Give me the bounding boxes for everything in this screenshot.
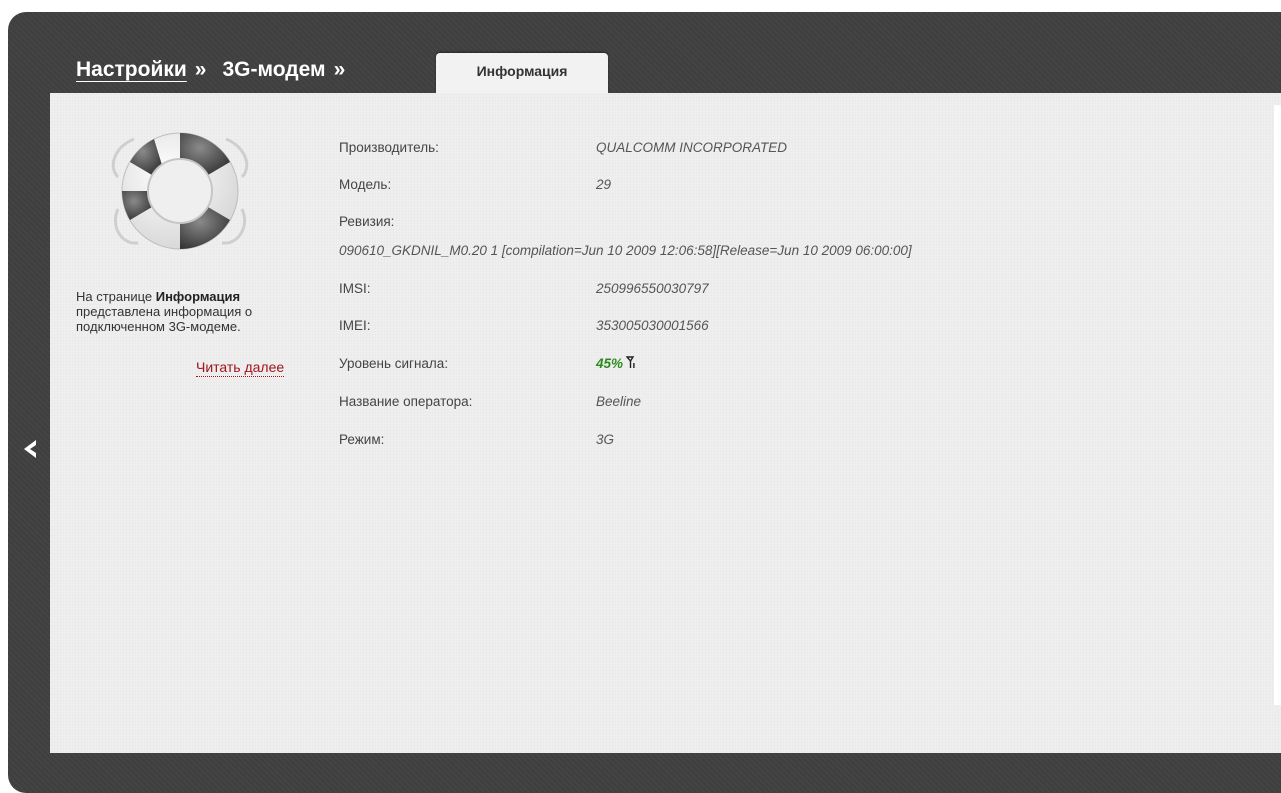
breadcrumb-3g-modem-link[interactable]: 3G-модем xyxy=(222,58,325,82)
signal-value-wrap: 45% xyxy=(596,356,636,371)
revision-value: 090610_GKDNIL_M0.20 1 [compilation=Jun 1… xyxy=(339,243,912,258)
imei-label: IMEI: xyxy=(339,318,371,333)
imsi-value: 250996550030797 xyxy=(596,281,709,296)
model-value: 29 xyxy=(596,177,612,192)
mode-label: Режим: xyxy=(339,432,385,447)
mode-value: 3G xyxy=(596,432,615,447)
breadcrumb-separator: » xyxy=(194,58,207,81)
imsi-label: IMSI: xyxy=(339,281,371,296)
help-prefix: На странице xyxy=(76,289,156,304)
model-label: Модель: xyxy=(339,177,392,192)
manufacturer-value: QUALCOMM INCORPORATED xyxy=(596,140,788,155)
operator-label: Название оператора: xyxy=(339,394,473,409)
operator-value: Beeline xyxy=(596,394,642,409)
manufacturer-label: Производитель: xyxy=(339,140,439,155)
antenna-icon xyxy=(626,356,635,368)
help-description: На странице Информация представлена инфо… xyxy=(76,289,306,334)
tab-information[interactable]: Информация xyxy=(436,53,608,93)
signal-percent: 45% xyxy=(596,356,624,371)
signal-label: Уровень сигнала: xyxy=(339,356,449,371)
breadcrumb-settings-link[interactable]: Настройки xyxy=(76,58,187,82)
revision-label: Ревизия: xyxy=(339,214,395,229)
breadcrumb: Настройки » 3G-модем » xyxy=(76,58,361,82)
imei-value: 353005030001566 xyxy=(596,318,709,333)
help-bold-page-name: Информация xyxy=(155,289,241,304)
panel-edge xyxy=(1274,105,1281,705)
read-more-link[interactable]: Читать далее xyxy=(196,359,285,377)
breadcrumb-separator: » xyxy=(333,58,346,81)
help-suffix: представлена информация о подключенном 3… xyxy=(76,304,253,334)
back-arrow-icon[interactable] xyxy=(20,437,40,461)
lifebuoy-icon xyxy=(111,132,249,250)
